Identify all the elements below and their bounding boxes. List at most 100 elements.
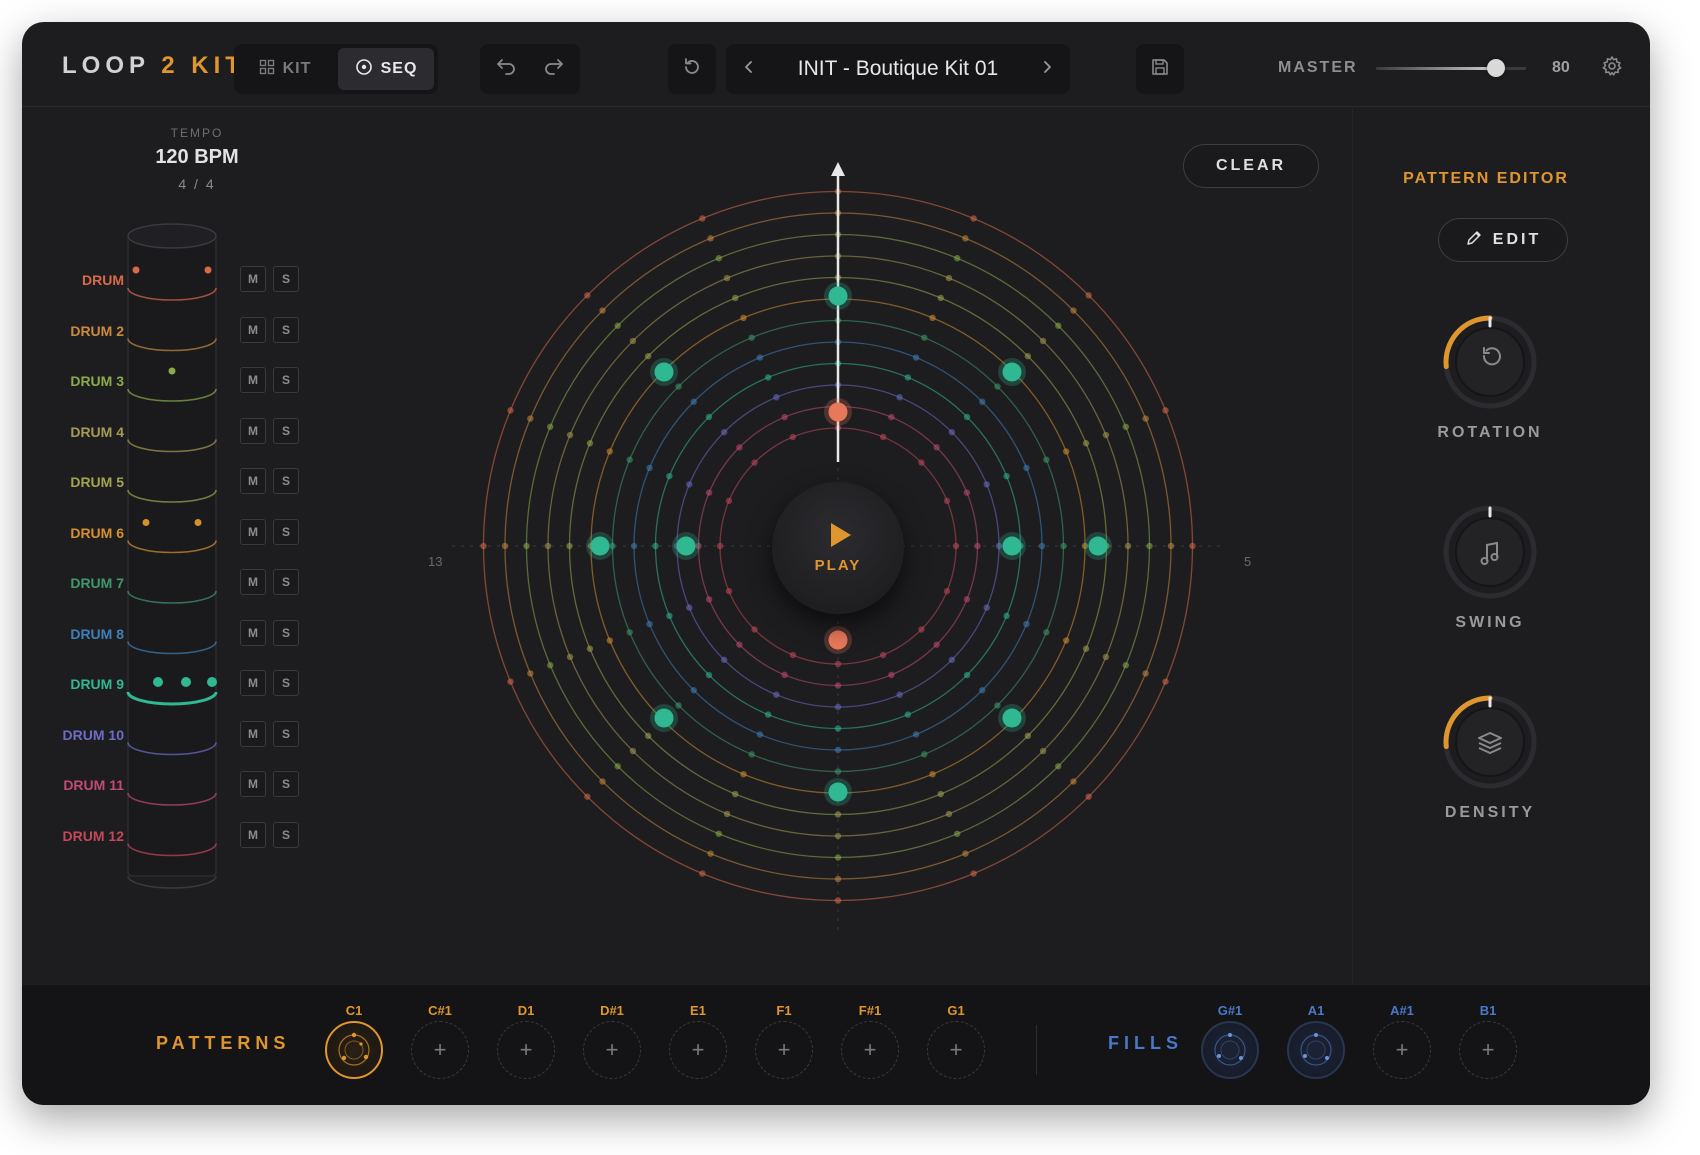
step-dot [644,352,652,360]
step-dot [705,489,713,496]
pattern-slot-empty[interactable]: + [669,1021,727,1079]
fill-note: A1 [1307,1003,1325,1018]
step-dot [736,641,743,648]
active-step [1002,362,1022,382]
pattern-slot-empty[interactable]: + [927,1021,985,1079]
step-dot [879,651,887,659]
active-step [676,536,696,556]
rotation-knob[interactable] [1440,312,1540,412]
step-dot [705,596,713,603]
step-dot [1039,747,1047,755]
step-dot [629,747,637,755]
step-dot [963,671,971,679]
pattern-slot-empty[interactable]: + [497,1021,555,1079]
step-dot [983,604,990,611]
step-dot [614,763,621,770]
step-dot [630,542,638,550]
density-knob[interactable] [1440,692,1540,792]
edit-button[interactable]: EDIT [1438,218,1568,262]
step-dot [979,687,986,694]
fill-slot-used[interactable] [1201,1021,1259,1079]
step-dot [933,641,940,648]
step-dot [912,731,920,738]
step-dot [1043,629,1050,636]
pattern-slot-empty[interactable]: + [583,1021,641,1079]
plus-icon: + [1481,1037,1495,1062]
plus-icon: + [691,1037,705,1062]
play-icon [831,522,851,547]
pattern-slot-empty[interactable]: + [755,1021,813,1079]
pattern-slot-active[interactable] [325,1021,383,1079]
step-dot [584,793,591,800]
pattern-note: G1 [947,1003,965,1018]
step-dot [963,489,971,496]
step-dot [1085,793,1092,800]
plus-icon: + [863,1037,877,1062]
fill-slot-used[interactable] [1287,1021,1345,1079]
step-dot [943,497,951,505]
step-dot [789,651,797,659]
step-dot [586,440,594,447]
step-dot [629,337,637,345]
step-dot [896,691,903,698]
step-dot [948,428,956,436]
pattern-slot-empty[interactable]: + [841,1021,899,1079]
active-step [1088,536,1108,556]
plus-icon: + [949,1037,963,1062]
step-dot [675,702,682,709]
step-dot [586,645,594,652]
step-dot [1189,542,1196,550]
step-dot [699,870,706,877]
step-dot [834,854,842,861]
step-dot [781,413,788,421]
step-dot [707,850,714,857]
step-dot [954,255,961,262]
active-step [828,782,848,802]
step-dot [626,629,633,636]
right-step-count: 5 [1244,554,1252,569]
step-dot [725,587,733,595]
step-dot [1062,637,1070,644]
step-dot [1062,448,1070,455]
step-dot [834,768,842,775]
step-dot [1055,763,1062,770]
step-dot [1023,464,1030,472]
step-dot [566,653,574,661]
step-dot [918,459,925,466]
swing-knob[interactable] [1440,502,1540,602]
fill-slot-empty[interactable]: + [1373,1021,1431,1079]
step-dot [599,778,606,785]
step-dot [725,497,733,505]
step-dot [970,215,977,222]
step-dot [1146,542,1153,550]
playhead-arrow [831,162,845,176]
step-dot [921,334,928,341]
fill-thumbnail-icon [1300,1033,1332,1066]
step-dot [1167,542,1175,550]
play-button[interactable]: PLAY [772,482,904,614]
step-dot [937,790,944,798]
step-dot [962,235,969,242]
rotation-label: ROTATION [1437,424,1543,441]
step-dot [979,398,986,405]
plus-icon: + [519,1037,533,1062]
pattern-slot-empty[interactable]: + [411,1021,469,1079]
active-step [1002,536,1022,556]
step-dot [834,897,842,904]
step-dot [834,703,842,711]
step-dot [1060,542,1067,550]
step-dot [507,678,514,685]
step-dot [751,459,758,466]
knob-body [1455,327,1525,397]
step-dot [948,656,956,664]
step-dot [736,444,743,451]
step-dot [921,751,928,758]
step-dot [547,662,554,669]
fill-slot-empty[interactable]: + [1459,1021,1517,1079]
step-dot [547,423,554,430]
step-dot [937,294,944,302]
step-dot [732,790,739,798]
step-dot [879,433,887,441]
pattern-note: F1 [776,1003,792,1018]
step-dot [904,711,912,718]
